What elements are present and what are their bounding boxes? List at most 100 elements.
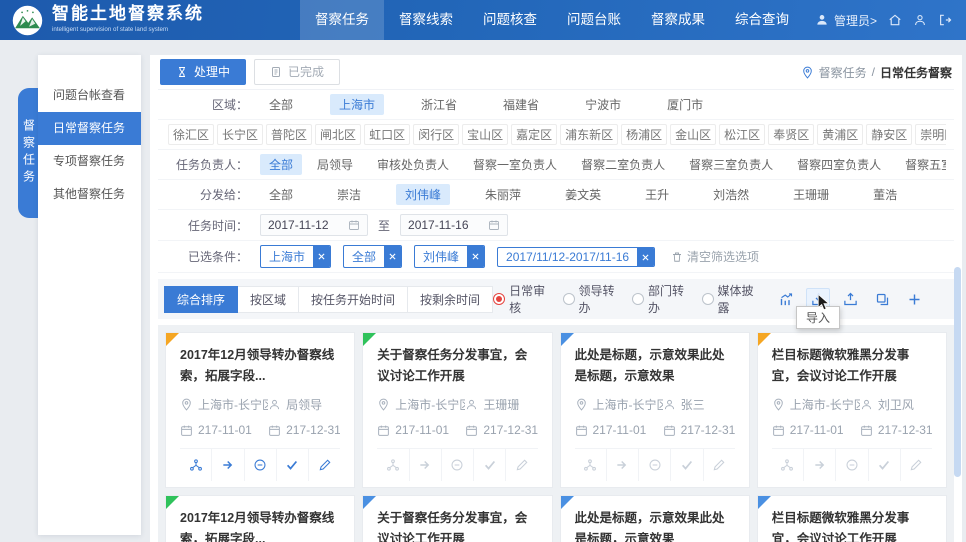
remove-tag-icon[interactable]	[384, 246, 401, 267]
filter-option[interactable]: 黄浦区	[817, 124, 863, 145]
nav-item-1[interactable]: 督察任务	[300, 0, 384, 40]
logout-icon[interactable]	[938, 13, 952, 27]
forward-icon[interactable]	[606, 449, 638, 481]
task-card[interactable]: 栏目标题微软雅黑分发事宜，会议讨论工作开展上海市-长宁区刘卫风217-11-01…	[757, 495, 947, 542]
distribute-icon[interactable]	[180, 449, 211, 481]
suspend-icon[interactable]	[638, 449, 670, 481]
complete-icon[interactable]	[868, 449, 900, 481]
filter-option[interactable]: 宁波市	[576, 94, 630, 115]
edit-icon[interactable]	[505, 449, 537, 481]
filter-option[interactable]: 闸北区	[315, 124, 361, 145]
processing-button[interactable]: 处理中	[160, 59, 246, 85]
category-radio[interactable]: 部门转办	[632, 282, 688, 316]
sort-tab[interactable]: 按区域	[238, 286, 299, 313]
filter-option[interactable]: 审核处负责人	[368, 154, 458, 175]
filter-option[interactable]: 宝山区	[462, 124, 508, 145]
forward-icon[interactable]	[211, 449, 243, 481]
filter-option[interactable]: 徐汇区	[168, 124, 214, 145]
suspend-icon[interactable]	[835, 449, 867, 481]
sort-tab[interactable]: 综合排序	[164, 286, 238, 313]
filter-option[interactable]: 杨浦区	[621, 124, 667, 145]
completed-button[interactable]: 已完成	[254, 59, 340, 85]
filter-option[interactable]: 崇明区	[915, 124, 946, 145]
filter-option[interactable]: 全部	[260, 94, 302, 115]
copy-icon[interactable]	[870, 288, 894, 310]
user-menu[interactable]: 管理员>	[834, 12, 877, 29]
profile-icon[interactable]	[913, 13, 927, 27]
nav-item-5[interactable]: 督察成果	[636, 0, 720, 40]
date-to-input[interactable]: 2017-11-16	[400, 214, 508, 236]
task-card[interactable]: 2017年12月领导转办督察线索，拓展字段...上海市-长宁区局领导217-11…	[165, 495, 355, 542]
filter-option[interactable]: 金山区	[670, 124, 716, 145]
distribute-icon[interactable]	[575, 449, 606, 481]
distribute-icon[interactable]	[772, 449, 803, 481]
nav-item-3[interactable]: 问题核查	[468, 0, 552, 40]
filter-option[interactable]: 刘浩然	[704, 184, 758, 205]
filter-option[interactable]: 督察二室负责人	[572, 154, 674, 175]
sidebar-item[interactable]: 其他督察任务	[38, 178, 141, 211]
sort-tab[interactable]: 按任务开始时间	[299, 286, 408, 313]
category-radio[interactable]: 领导转办	[563, 282, 619, 316]
edit-icon[interactable]	[900, 449, 932, 481]
date-from-input[interactable]: 2017-11-12	[260, 214, 368, 236]
side-tab-inspection-tasks[interactable]: 督察任务	[18, 88, 40, 218]
filter-option[interactable]: 崇洁	[328, 184, 370, 205]
task-card[interactable]: 此处是标题，示意效果此处是标题，示意效果上海市-长宁区张三217-11-0121…	[560, 332, 750, 488]
filter-option[interactable]: 朱丽萍	[476, 184, 530, 205]
export-icon[interactable]	[838, 288, 862, 310]
suspend-icon[interactable]	[244, 449, 276, 481]
filter-option[interactable]: 浙江省	[412, 94, 466, 115]
sort-tab[interactable]: 按剩余时间	[408, 286, 493, 313]
complete-icon[interactable]	[276, 449, 308, 481]
filter-option[interactable]: 静安区	[866, 124, 912, 145]
filter-option[interactable]: 虹口区	[364, 124, 410, 145]
filter-option[interactable]: 督察四室负责人	[788, 154, 890, 175]
task-card[interactable]: 关于督察任务分发事宜，会议讨论工作开展上海市-长宁区王珊珊217-11-0121…	[362, 332, 552, 488]
filter-option[interactable]: 厦门市	[658, 94, 712, 115]
filter-option[interactable]: 闵行区	[413, 124, 459, 145]
sidebar-item[interactable]: 专项督察任务	[38, 145, 141, 178]
clear-filters-button[interactable]: 清空筛选选项	[671, 248, 759, 265]
complete-icon[interactable]	[473, 449, 505, 481]
remove-tag-icon[interactable]	[313, 246, 330, 267]
add-icon[interactable]	[902, 288, 926, 310]
sidebar-item[interactable]: 问题台帐查看	[38, 79, 141, 112]
filter-option[interactable]: 督察五室负责人	[896, 154, 946, 175]
suspend-icon[interactable]	[441, 449, 473, 481]
nav-item-6[interactable]: 综合查询	[720, 0, 804, 40]
complete-icon[interactable]	[670, 449, 702, 481]
task-card[interactable]: 此处是标题，示意效果此处是标题，示意效果上海市-长宁区张三217-11-0121…	[560, 495, 750, 542]
home-icon[interactable]	[888, 13, 902, 27]
filter-option[interactable]: 王升	[636, 184, 678, 205]
edit-icon[interactable]	[308, 449, 340, 481]
filter-option[interactable]: 上海市	[330, 94, 384, 115]
task-card[interactable]: 关于督察任务分发事宜，会议讨论工作开展上海市-长宁区王珊珊217-11-0121…	[362, 495, 552, 542]
filter-option[interactable]: 督察三室负责人	[680, 154, 782, 175]
stats-icon[interactable]	[774, 288, 798, 310]
remove-tag-icon[interactable]	[637, 248, 654, 266]
filter-option[interactable]: 王珊珊	[784, 184, 838, 205]
breadcrumb-root[interactable]: 督察任务	[819, 64, 867, 81]
filter-option[interactable]: 全部	[260, 154, 302, 175]
filter-option[interactable]: 刘伟峰	[396, 184, 450, 205]
filter-option[interactable]: 全部	[260, 184, 302, 205]
task-card[interactable]: 2017年12月领导转办督察线索，拓展字段...上海市-长宁区局领导217-11…	[165, 332, 355, 488]
filter-option[interactable]: 督察一室负责人	[464, 154, 566, 175]
filter-option[interactable]: 福建省	[494, 94, 548, 115]
filter-option[interactable]: 局领导	[308, 154, 362, 175]
filter-option[interactable]: 董浩	[864, 184, 906, 205]
sidebar-item[interactable]: 日常督察任务	[38, 112, 141, 145]
distribute-icon[interactable]	[377, 449, 408, 481]
remove-tag-icon[interactable]	[467, 246, 484, 267]
filter-option[interactable]: 奉贤区	[768, 124, 814, 145]
filter-option[interactable]: 长宁区	[217, 124, 263, 145]
filter-option[interactable]: 姜文英	[556, 184, 610, 205]
category-radio[interactable]: 媒体披露	[702, 282, 758, 316]
filter-option[interactable]: 浦东新区	[560, 124, 618, 145]
forward-icon[interactable]	[803, 449, 835, 481]
filter-option[interactable]: 松江区	[719, 124, 765, 145]
task-card[interactable]: 栏目标题微软雅黑分发事宜，会议讨论工作开展上海市-长宁区刘卫风217-11-01…	[757, 332, 947, 488]
forward-icon[interactable]	[409, 449, 441, 481]
filter-option[interactable]: 普陀区	[266, 124, 312, 145]
scrollbar-thumb[interactable]	[954, 267, 961, 477]
